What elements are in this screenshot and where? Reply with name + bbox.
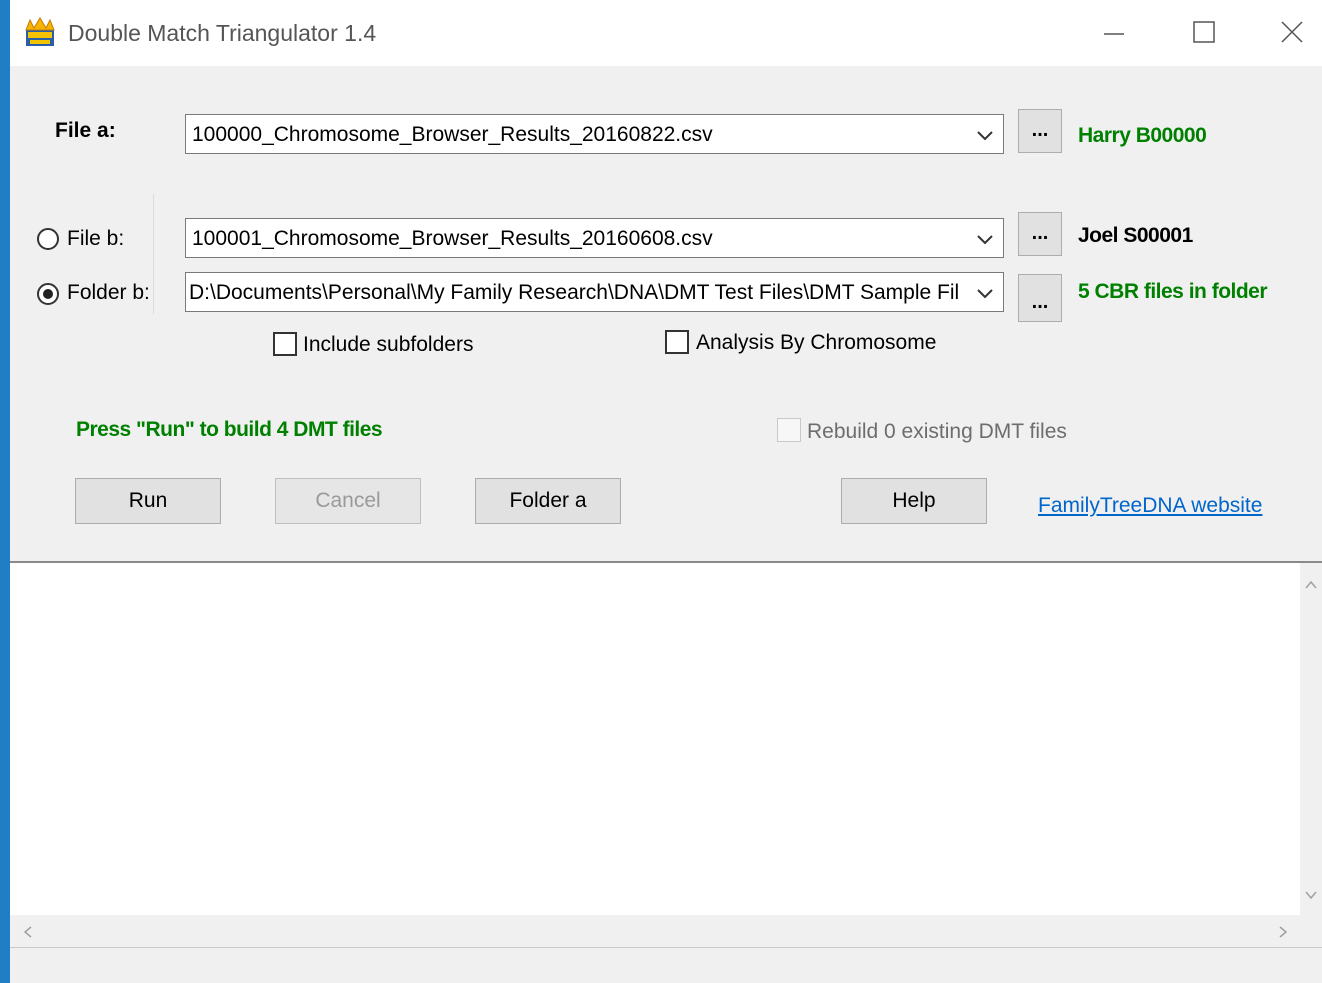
scroll-left-icon[interactable] bbox=[20, 924, 36, 940]
run-button[interactable]: Run bbox=[75, 478, 221, 524]
minimize-icon[interactable] bbox=[1094, 10, 1134, 54]
run-message: Press "Run" to build 4 DMT files bbox=[76, 418, 383, 441]
include-subfolders-checkbox[interactable] bbox=[273, 332, 297, 356]
radio-separator bbox=[153, 194, 154, 314]
vertical-scrollbar[interactable] bbox=[1300, 563, 1322, 915]
maximize-icon[interactable] bbox=[1184, 10, 1224, 54]
help-button[interactable]: Help bbox=[841, 478, 987, 524]
chevron-down-icon[interactable] bbox=[973, 123, 997, 147]
rebuild-label: Rebuild 0 existing DMT files bbox=[807, 420, 1067, 443]
dmt-app-icon bbox=[25, 17, 55, 46]
close-icon[interactable] bbox=[1272, 10, 1312, 54]
output-textbox[interactable] bbox=[10, 561, 1322, 949]
file-b-status: Joel S00001 bbox=[1078, 224, 1193, 247]
familytreedna-link[interactable]: FamilyTreeDNA website bbox=[1038, 494, 1262, 518]
scroll-right-icon[interactable] bbox=[1275, 924, 1291, 940]
file-a-combobox[interactable]: 100000_Chromosome_Browser_Results_201608… bbox=[185, 114, 1004, 154]
scroll-up-icon[interactable] bbox=[1303, 577, 1319, 593]
folder-b-radio[interactable] bbox=[37, 283, 59, 305]
folder-b-label: Folder b: bbox=[67, 281, 150, 304]
folder-b-combobox[interactable]: D:\Documents\Personal\My Family Research… bbox=[185, 272, 1004, 312]
file-a-value: 100000_Chromosome_Browser_Results_201608… bbox=[192, 123, 713, 146]
rebuild-checkbox[interactable] bbox=[777, 418, 801, 442]
file-a-status: Harry B00000 bbox=[1078, 124, 1207, 147]
file-b-radio[interactable] bbox=[37, 228, 59, 250]
app-window: Double Match Triangulator 1.4 File a: 10… bbox=[10, 0, 1322, 983]
file-b-value: 100001_Chromosome_Browser_Results_201606… bbox=[192, 227, 713, 250]
chevron-down-icon[interactable] bbox=[973, 227, 997, 251]
file-a-label: File a: bbox=[55, 119, 116, 142]
scroll-down-icon[interactable] bbox=[1303, 887, 1319, 903]
folder-a-button[interactable]: Folder a bbox=[475, 478, 621, 524]
file-b-browse-button[interactable]: ... bbox=[1018, 212, 1062, 256]
radio-selected-dot bbox=[43, 289, 53, 299]
window-title: Double Match Triangulator 1.4 bbox=[68, 20, 377, 46]
cancel-button[interactable]: Cancel bbox=[275, 478, 421, 524]
analysis-by-chromosome-label: Analysis By Chromosome bbox=[696, 331, 937, 354]
include-subfolders-label: Include subfolders bbox=[303, 333, 474, 356]
horizontal-scrollbar[interactable] bbox=[10, 915, 1322, 949]
chevron-down-icon[interactable] bbox=[973, 281, 997, 305]
folder-b-value: D:\Documents\Personal\My Family Research… bbox=[189, 281, 960, 304]
file-a-browse-button[interactable]: ... bbox=[1018, 109, 1062, 153]
analysis-by-chromosome-checkbox[interactable] bbox=[665, 330, 689, 354]
folder-b-status: 5 CBR files in folder bbox=[1078, 280, 1268, 303]
file-b-label: File b: bbox=[67, 227, 125, 250]
folder-b-browse-button[interactable]: ... bbox=[1018, 274, 1062, 322]
title-bar: Double Match Triangulator 1.4 bbox=[10, 0, 1322, 66]
status-bar bbox=[10, 947, 1322, 983]
file-b-combobox[interactable]: 100001_Chromosome_Browser_Results_201606… bbox=[185, 218, 1004, 258]
